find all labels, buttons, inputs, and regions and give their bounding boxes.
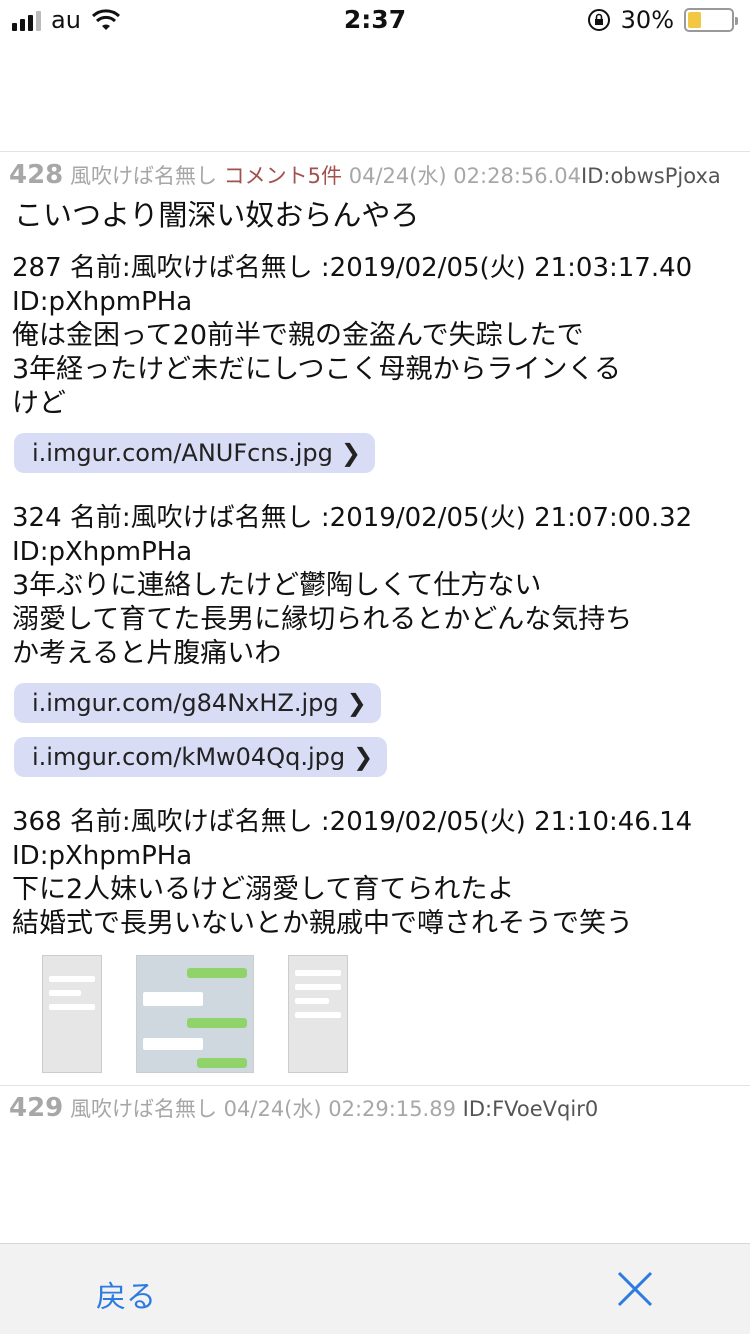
post-author: 風吹けば名無し xyxy=(69,164,217,188)
quote-line: 俺は金困って20前半で親の金盗んで失踪したで xyxy=(12,320,584,351)
image-link[interactable]: i.imgur.com/g84NxHZ.jpg ❯ xyxy=(14,683,381,723)
back-button[interactable]: 戻る xyxy=(96,1272,156,1316)
chevron-right-icon: ❯ xyxy=(346,689,367,717)
quote-header: 368 名前:風吹けば名無し :2019/02/05(火) 21:10:46.1… xyxy=(12,807,693,837)
quote-line: 3年ぶりに連絡したけど鬱陶しくて仕方ない xyxy=(12,570,542,601)
post-header: 428 風吹けば名無し コメント5件 04/24(水) 02:28:56.04I… xyxy=(0,153,750,193)
quote-id: ID:pXhpmPHa xyxy=(12,841,193,871)
image-link-label: i.imgur.com/kMw04Qq.jpg xyxy=(32,743,346,771)
post-header: 429 風吹けば名無し 04/24(水) 02:29:15.89 ID:FVoe… xyxy=(0,1086,750,1126)
image-thumbnails xyxy=(0,955,750,1073)
quote-line: 3年経ったけど未だにしつこく母親からラインくる xyxy=(12,354,622,385)
image-link-label: i.imgur.com/ANUFcns.jpg xyxy=(32,439,333,467)
quote-line: 溺愛して育てた長男に縁切られるとかどんな気持ち xyxy=(12,604,633,635)
status-right: 30% xyxy=(587,6,738,34)
quoted-post: 368 名前:風吹けば名無し :2019/02/05(火) 21:10:46.1… xyxy=(0,805,750,941)
bottom-toolbar: 戻る xyxy=(0,1243,750,1334)
quote-line: 結婚式で長男いないとか親戚中で噂されそうで笑う xyxy=(12,908,633,939)
screenshot-thumbnail[interactable] xyxy=(288,955,348,1073)
chevron-right-icon: ❯ xyxy=(353,743,374,771)
post-body: こいつより闇深い奴おらんやろ xyxy=(14,198,420,232)
quote-header: 287 名前:風吹けば名無し :2019/02/05(火) 21:03:17.4… xyxy=(12,253,693,283)
chevron-right-icon: ❯ xyxy=(340,439,361,467)
quote-id: ID:pXhpmPHa xyxy=(12,537,193,567)
quote-id: ID:pXhpmPHa xyxy=(12,287,193,317)
image-link-label: i.imgur.com/g84NxHZ.jpg xyxy=(32,689,339,717)
post-author: 風吹けば名無し xyxy=(69,1097,217,1121)
post-date: 04/24(水) 02:29:15.89 xyxy=(223,1097,456,1121)
post-number[interactable]: 429 xyxy=(9,1093,63,1123)
ad-banner xyxy=(0,40,750,152)
quote-line: 下に2人妹いるけど溺愛して育てられたよ xyxy=(12,874,515,905)
orientation-lock-icon xyxy=(587,9,610,31)
screenshot-thumbnail[interactable] xyxy=(42,955,102,1073)
post-id[interactable]: ID:obwsPjoxa xyxy=(581,164,721,188)
image-link[interactable]: i.imgur.com/kMw04Qq.jpg ❯ xyxy=(14,737,388,777)
post-date: 04/24(水) 02:28:56.04 xyxy=(348,164,582,188)
close-icon[interactable] xyxy=(616,1270,654,1308)
post-id[interactable]: ID:FVoeVqir0 xyxy=(463,1097,599,1121)
screenshot-thumbnail[interactable] xyxy=(136,955,254,1073)
quoted-post: 287 名前:風吹けば名無し :2019/02/05(火) 21:03:17.4… xyxy=(0,251,750,421)
quote-line: か考えると片腹痛いわ xyxy=(12,638,282,669)
quote-line: けど xyxy=(12,388,66,419)
thread-content[interactable]: 428 風吹けば名無し コメント5件 04/24(水) 02:28:56.04I… xyxy=(0,153,750,1243)
post-number[interactable]: 428 xyxy=(9,160,63,190)
battery-level xyxy=(688,12,701,28)
battery-icon xyxy=(684,8,738,32)
comment-count-link[interactable]: コメント5件 xyxy=(224,164,342,188)
image-link[interactable]: i.imgur.com/ANUFcns.jpg ❯ xyxy=(14,433,375,473)
battery-percent: 30% xyxy=(620,6,674,34)
quoted-post: 324 名前:風吹けば名無し :2019/02/05(火) 21:07:00.3… xyxy=(0,501,750,671)
quote-header: 324 名前:風吹けば名無し :2019/02/05(火) 21:07:00.3… xyxy=(12,503,693,533)
status-bar: au 2:37 30% xyxy=(0,0,750,40)
